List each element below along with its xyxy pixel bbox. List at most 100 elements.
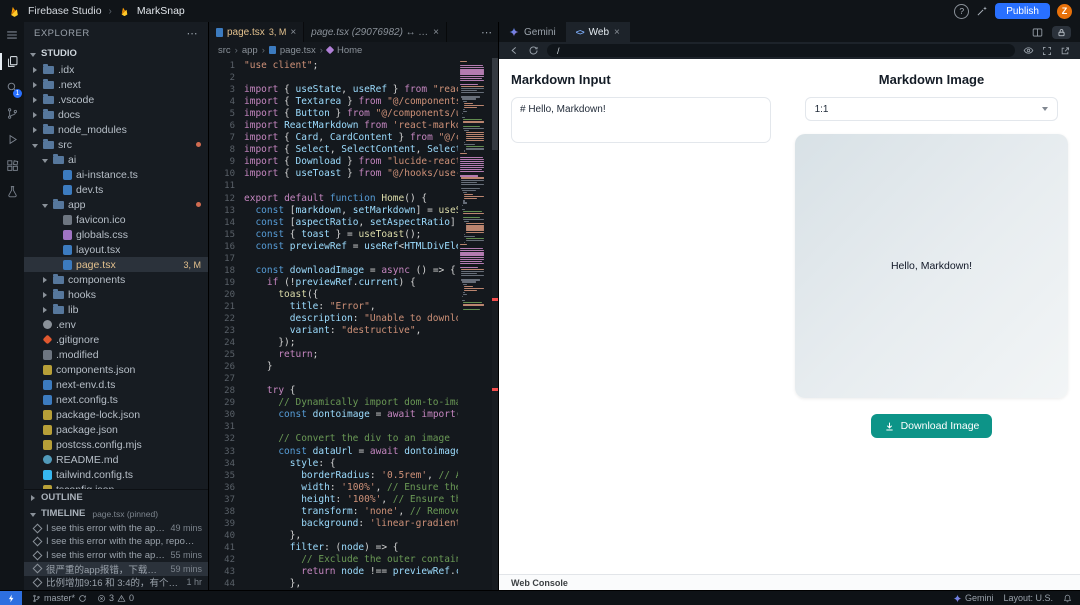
layout-indicator[interactable]: Layout: U.S.	[1003, 593, 1053, 603]
tab-page-tsx-diff[interactable]: page.tsx (29076982) ↔ page.tsx (a3...)	[304, 22, 448, 42]
minimap[interactable]	[460, 61, 490, 591]
tree-folder-.vscode[interactable]: .vscode	[24, 92, 208, 107]
code-line[interactable]: 33 const dataUrl = await dontoimage.toPn…	[209, 446, 458, 458]
code-line[interactable]: 27	[209, 373, 458, 385]
fullscreen-icon[interactable]	[1042, 46, 1052, 56]
code-line[interactable]: 35 borderRadius: '0.5rem', // Apply r	[209, 470, 458, 482]
gemini-status[interactable]: Gemini	[953, 593, 993, 603]
tree-file-components.json[interactable]: components.json	[24, 362, 208, 377]
code-line[interactable]: 42 // Exclude the outer container to	[209, 554, 458, 566]
web-console-bar[interactable]: Web Console	[499, 574, 1080, 591]
branch-indicator[interactable]: master*	[32, 593, 87, 603]
refresh-icon[interactable]	[528, 45, 539, 56]
code-line[interactable]: 39 background: 'linear-gradient(to bo	[209, 518, 458, 530]
tree-folder-app[interactable]: app	[24, 197, 208, 212]
tree-file-globals.css[interactable]: globals.css	[24, 227, 208, 242]
notifications-bell-icon[interactable]	[1063, 594, 1072, 603]
section-studio[interactable]: STUDIO	[24, 45, 208, 62]
tree-file-.modified[interactable]: .modified	[24, 347, 208, 362]
url-bar[interactable]: /	[547, 44, 1015, 57]
explorer-more-icon[interactable]	[187, 27, 199, 40]
code-line[interactable]: 16 const previewRef = useRef<HTMLDivElem…	[209, 241, 458, 253]
tree-file-dev.ts[interactable]: dev.ts	[24, 182, 208, 197]
tree-folder-components[interactable]: components	[24, 272, 208, 287]
close-icon[interactable]	[433, 27, 439, 38]
tree-folder-src[interactable]: src	[24, 137, 208, 152]
tree-folder-docs[interactable]: docs	[24, 107, 208, 122]
markdown-input-textarea[interactable]: # Hello, Markdown!	[511, 97, 771, 143]
code-line[interactable]: 31	[209, 421, 458, 433]
tree-folder-lib[interactable]: lib	[24, 302, 208, 317]
search-icon[interactable]: 1	[0, 80, 24, 98]
code-line[interactable]: 15 const { toast } = useToast();	[209, 229, 458, 241]
download-image-button[interactable]: Download Image	[870, 414, 993, 438]
split-editor-icon[interactable]	[1032, 27, 1043, 38]
timeline-item[interactable]: I see this error with the app, re...55 m…	[24, 549, 208, 563]
code-line[interactable]: 29 // Dynamically import dom-to-image	[209, 397, 458, 409]
code-line[interactable]: 7import { Card, CardContent } from "@/co…	[209, 132, 458, 144]
close-icon[interactable]	[290, 27, 296, 38]
code-line[interactable]: 17	[209, 253, 458, 265]
code-line[interactable]: 4import { Textarea } from "@/components/…	[209, 96, 458, 108]
breadcrumb-item-app[interactable]: app	[242, 45, 258, 56]
code-line[interactable]: 11	[209, 180, 458, 192]
close-icon[interactable]	[614, 27, 620, 38]
code-line[interactable]: 44 },	[209, 578, 458, 590]
avatar[interactable]: Z	[1057, 3, 1072, 19]
code-line[interactable]: 12 export default function Home() {	[209, 193, 458, 205]
tree-file-.env[interactable]: .env	[24, 317, 208, 332]
tree-file-next.config.ts[interactable]: next.config.ts	[24, 392, 208, 407]
tree-file-package.json[interactable]: package.json	[24, 422, 208, 437]
code-line[interactable]: 26 }	[209, 361, 458, 373]
tree-folder-hooks[interactable]: hooks	[24, 287, 208, 302]
open-external-icon[interactable]	[1060, 46, 1070, 56]
breadcrumb-item-src[interactable]: src	[218, 45, 231, 56]
scrollbar-thumb[interactable]	[492, 58, 498, 150]
timeline-item[interactable]: I see this error with the app, re...49 m…	[24, 522, 208, 536]
code-line[interactable]: 41 filter: (node) => {	[209, 542, 458, 554]
code-line[interactable]: 38 transform: 'none', // Remove any t	[209, 506, 458, 518]
prototyper-wand-icon[interactable]	[976, 5, 988, 17]
tab-web[interactable]: Web	[565, 22, 630, 42]
code-line[interactable]: 10import { useToast } from "@/hooks/use-…	[209, 168, 458, 180]
code-line[interactable]: 25 return;	[209, 349, 458, 361]
code-line[interactable]: 40 },	[209, 530, 458, 542]
code-line[interactable]: 9import { Download } from "lucide-react"…	[209, 156, 458, 168]
labs-icon[interactable]	[0, 184, 24, 199]
tree-file-package-lock.json[interactable]: package-lock.json	[24, 407, 208, 422]
timeline-item[interactable]: 很严重的app报错，下载下来的...59 mins	[24, 562, 208, 576]
menu-icon[interactable]	[0, 27, 24, 43]
code-line[interactable]: 20 toast({	[209, 289, 458, 301]
code-line[interactable]: 2	[209, 72, 458, 84]
inspect-icon[interactable]	[1023, 45, 1034, 56]
explorer-icon[interactable]	[0, 53, 24, 70]
tree-file-favicon.ico[interactable]: favicon.ico	[24, 212, 208, 227]
tree-file-layout.tsx[interactable]: layout.tsx	[24, 242, 208, 257]
code-line[interactable]: 24 });	[209, 337, 458, 349]
code-line[interactable]: 19 if (!previewRef.current) {	[209, 277, 458, 289]
code-line[interactable]: 13 const [markdown, setMarkdown] = useSt…	[209, 205, 458, 217]
code-line[interactable]: 5import { Button } from "@/components/ui…	[209, 108, 458, 120]
publish-button[interactable]: Publish	[995, 3, 1050, 19]
code-line[interactable]: 37 height: '100%', // Ensure the heig	[209, 494, 458, 506]
code-lines[interactable]: 1 "use client"; 2 3 import { useState, useRe…	[209, 58, 458, 591]
code-line[interactable]: 18 const downloadImage = async () => {	[209, 265, 458, 277]
outline-section[interactable]: OUTLINE	[24, 490, 208, 506]
lock-icon[interactable]	[1052, 25, 1071, 39]
code-line[interactable]: 22 description: "Unable to download ima	[209, 313, 458, 325]
problems-indicator[interactable]: 3 0	[97, 593, 134, 603]
code-line[interactable]: 36 width: '100%', // Ensure the width	[209, 482, 458, 494]
tree-file-tailwind.config.ts[interactable]: tailwind.config.ts	[24, 467, 208, 482]
code-line[interactable]: 6import ReactMarkdown from 'react-markdo…	[209, 120, 458, 132]
tree-folder-.next[interactable]: .next	[24, 77, 208, 92]
aspect-ratio-select[interactable]: 1:1	[804, 97, 1059, 121]
tree-file-.gitignore[interactable]: .gitignore	[24, 332, 208, 347]
code-editor[interactable]: 1 "use client"; 2 3 import { useState, useRe…	[209, 58, 498, 591]
code-line[interactable]: 21 title: "Error",	[209, 301, 458, 313]
tree-file-ai-instance.ts[interactable]: ai-instance.ts	[24, 167, 208, 182]
editor-scrollbar[interactable]	[492, 58, 498, 591]
run-debug-icon[interactable]	[0, 132, 24, 147]
code-line[interactable]: 34 style: {	[209, 458, 458, 470]
timeline-item[interactable]: I see this error with the app, reported.…	[24, 535, 208, 549]
tree-file-postcss.config.mjs[interactable]: postcss.config.mjs	[24, 437, 208, 452]
